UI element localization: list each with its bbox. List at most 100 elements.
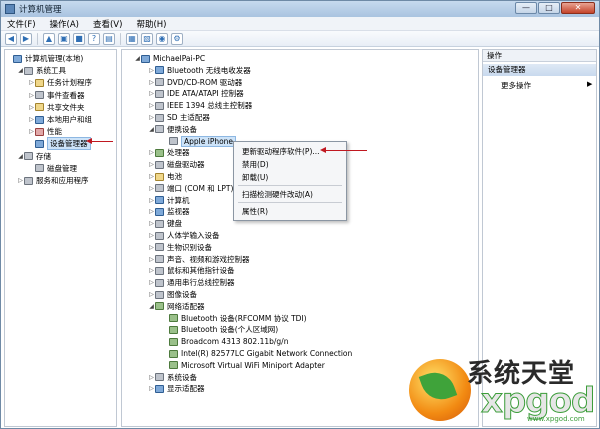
list-view-icon[interactable]: ▤ [103,32,115,45]
expander-icon[interactable]: ▷ [148,279,155,286]
device-tree-item[interactable]: ◢ 便携设备 [148,124,197,135]
expander-icon[interactable]: ◢ [148,303,155,310]
expander-icon[interactable]: ▷ [28,104,35,111]
expander-icon[interactable]: ▷ [148,267,155,274]
device-tree-item[interactable]: ▷ 电池 [148,171,182,182]
menu-file[interactable]: 文件(F) [7,18,36,30]
console-tree-item[interactable]: ▷ 性能 [28,126,62,137]
expander-icon[interactable]: ▷ [148,220,155,227]
update-driver-icon[interactable]: ▦ [126,32,138,45]
menu-update-driver[interactable]: 更新驱动程序软件(P)... [242,146,320,157]
expander-icon[interactable]: ▷ [17,177,24,184]
menu-help[interactable]: 帮助(H) [136,18,166,30]
console-icon[interactable]: ■ [73,32,85,45]
device-tree-item[interactable]: ▷ IDE ATA/ATAPI 控制器 [148,88,243,99]
expander-icon[interactable]: ▷ [148,374,155,381]
console-tree-item[interactable]: ▷ 本地用户和组 [28,114,92,125]
expander-icon[interactable]: ▷ [148,114,155,121]
up-folder-icon[interactable]: ▲ [43,32,55,45]
menu-scan-hardware[interactable]: 扫描检测硬件改动(A) [242,189,313,200]
tree-item-label: 系统工具 [36,66,66,76]
device-tree-item[interactable]: ▷ 鼠标和其他指针设备 [148,265,234,276]
show-tree-icon[interactable]: ▣ [58,32,70,45]
console-tree-item[interactable]: ▷ 服务和应用程序 [17,175,89,186]
expander-icon[interactable]: ▷ [148,385,155,392]
scan-hardware-icon[interactable]: ◉ [156,32,168,45]
device-tree-item[interactable]: ▷ 通用串行总线控制器 [148,277,234,288]
console-tree-item[interactable]: ◢ 系统工具 [17,65,66,76]
device-tree-item[interactable]: ▷ 显示适配器 [148,383,204,394]
expander-icon[interactable]: ◢ [17,153,24,160]
maximize-button[interactable]: □ [538,2,560,14]
tree-item-label: 服务和应用程序 [36,176,89,185]
device-tree-item[interactable]: Bluetooth 设备(个人区域网) [162,324,278,335]
device-tree-item[interactable]: ◢ MichaelPai-PC [134,53,205,64]
expander-icon[interactable]: ▷ [148,197,155,204]
expander-icon[interactable]: ▷ [28,92,35,99]
uninstall-icon[interactable]: ▧ [141,32,153,45]
expander-icon[interactable]: ▷ [148,173,155,180]
device-tree-item[interactable]: ▷ 图像设备 [148,289,197,300]
device-tree-item[interactable]: Bluetooth 设备(RFCOMM 协议 TDI) [162,313,307,324]
more-actions-arrow-icon[interactable]: ▶ [587,80,592,88]
device-tree-item[interactable]: Broadcom 4313 802.11b/g/n [162,336,288,347]
console-tree-item[interactable]: ▷ 任务计划程序 [28,77,92,88]
expander-icon[interactable]: ▷ [28,128,35,135]
device-tree-item[interactable]: ▷ DVD/CD-ROM 驱动器 [148,77,242,88]
expander-icon[interactable]: ▷ [148,90,155,97]
device-tree-item[interactable]: ▷ 计算机 [148,195,189,206]
expander-icon[interactable]: ▷ [148,256,155,263]
menu-properties[interactable]: 属性(R) [242,206,268,217]
minimize-button[interactable]: — [515,2,537,14]
expander-icon[interactable]: ▷ [28,79,35,86]
properties-icon[interactable]: ⚙ [171,32,183,45]
console-tree-item[interactable]: 磁盘管理 [28,163,77,174]
device-tree-item[interactable]: ▷ 人体学输入设备 [148,230,219,241]
menu-disable[interactable]: 禁用(D) [242,159,269,170]
console-tree-item[interactable]: ▷ 事件查看器 [28,90,84,101]
expander-icon[interactable]: ▷ [148,67,155,74]
console-tree-item[interactable]: ◢ 存储 [17,151,51,162]
actions-selected-section[interactable]: 设备管理器 [483,64,596,76]
device-tree-item[interactable]: ▷ 键盘 [148,218,182,229]
expander-icon[interactable]: ▷ [148,185,155,192]
menu-action[interactable]: 操作(A) [50,18,79,30]
device-tree-item[interactable]: ▷ 监视器 [148,206,189,217]
device-tree-item[interactable]: ▷ 系统设备 [148,372,197,383]
more-actions-link[interactable]: 更多操作 [501,80,531,91]
help-icon[interactable]: ? [88,32,100,45]
console-tree-item[interactable]: ▷ 共享文件夹 [28,102,84,113]
expander-icon[interactable]: ▷ [148,102,155,109]
device-tree-item[interactable]: ▷ 生物识别设备 [148,242,212,253]
back-icon[interactable]: ◀ [5,32,17,45]
expander-icon[interactable]: ◢ [134,55,141,62]
expander-icon[interactable]: ▷ [148,208,155,215]
menu-view[interactable]: 查看(V) [93,18,122,30]
menu-uninstall[interactable]: 卸载(U) [242,172,268,183]
expander-icon[interactable]: ▷ [148,244,155,251]
console-tree-item[interactable]: 计算机管理(本地) [6,53,83,64]
device-tree-item[interactable]: ▷ 处理器 [148,147,189,158]
device-tree-item[interactable]: ▷ 声音、视频和游戏控制器 [148,254,249,265]
device-tree-item[interactable]: ▷ SD 主适配器 [148,112,210,123]
console-tree-item[interactable]: 设备管理器 [28,137,91,151]
device-tree-item[interactable]: Intel(R) 82577LC Gigabit Network Connect… [162,348,352,359]
expander-icon[interactable]: ▷ [148,161,155,168]
close-button[interactable]: ✕ [561,2,595,14]
expander-icon[interactable]: ▷ [148,149,155,156]
expander-icon[interactable]: ▷ [148,291,155,298]
expander-icon[interactable]: ◢ [17,67,24,74]
device-tree-item[interactable]: ▷ 磁盘驱动器 [148,159,204,170]
expander-icon[interactable]: ▷ [148,79,155,86]
forward-icon[interactable]: ▶ [20,32,32,45]
window-title: 计算机管理 [19,5,62,15]
device-tree-item[interactable]: Microsoft Virtual WiFi Miniport Adapter [162,360,325,371]
expander-icon[interactable]: ▷ [148,232,155,239]
expander-icon[interactable]: ◢ [148,126,155,133]
device-tree-item[interactable]: ◢ 网络适配器 [148,301,204,312]
device-tree-item[interactable]: Apple iPhone [162,135,237,147]
device-tree-item[interactable]: ▷ 端口 (COM 和 LPT) [148,183,233,194]
device-tree-item[interactable]: ▷ IEEE 1394 总线主控制器 [148,100,252,111]
device-tree-item[interactable]: ▷ Bluetooth 无线电收发器 [148,65,251,76]
expander-icon[interactable]: ▷ [28,116,35,123]
